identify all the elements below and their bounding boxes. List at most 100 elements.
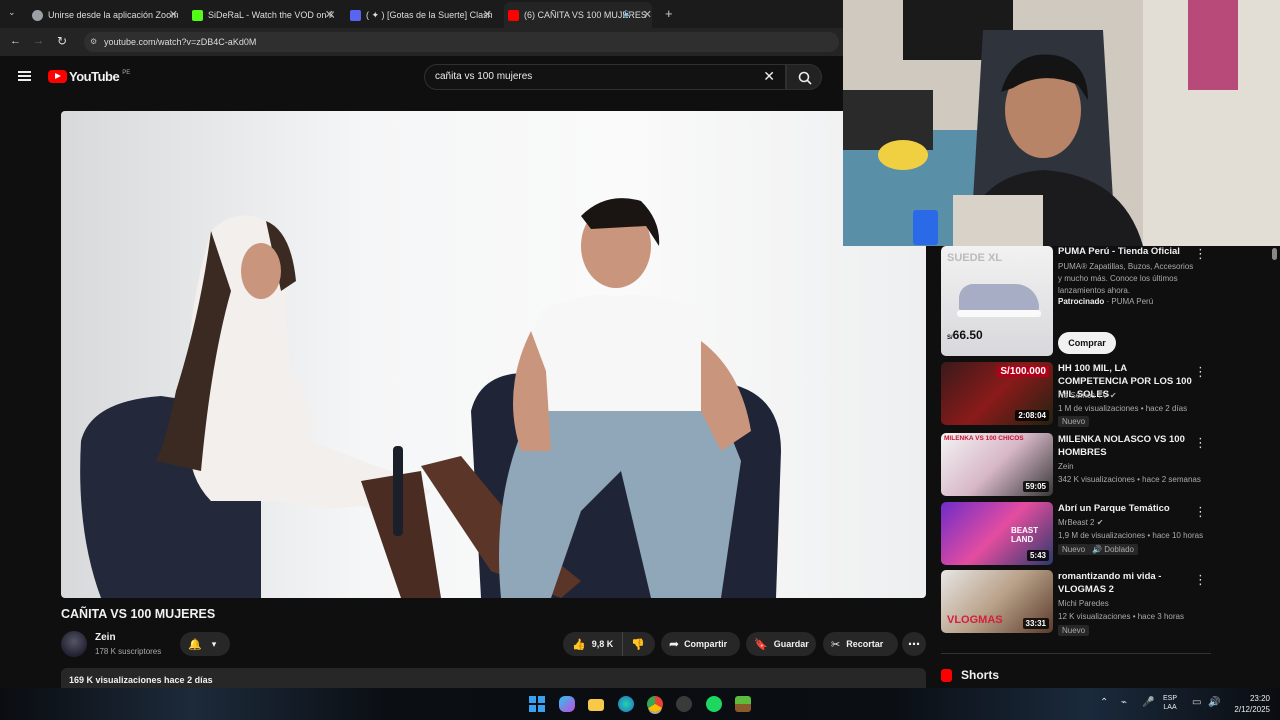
monitor-icon[interactable]: ▭ <box>1192 697 1201 708</box>
related-video-2[interactable]: MILENKA VS 100 CHICOS 59:05 MILENKA NOLA… <box>941 433 1211 497</box>
close-tab-icon[interactable]: ✕ <box>483 8 492 21</box>
network-icon[interactable]: ⌁ <box>1121 697 1127 708</box>
ad-card[interactable]: SUEDE XL S/66.50 PUMA Perú - Tienda Ofic… <box>941 246 1211 356</box>
search-button[interactable] <box>786 64 822 90</box>
more-options-icon[interactable]: ⋮ <box>1194 572 1207 588</box>
video-thumbnail[interactable]: VLOGMAS 33:31 <box>941 570 1053 633</box>
share-label: Compartir <box>684 639 728 649</box>
shorts-icon <box>941 668 952 682</box>
tab-list-chevron-icon[interactable]: ⌄ <box>8 7 16 18</box>
forward-arrow-icon[interactable]: → <box>33 35 44 47</box>
video-thumbnail[interactable]: BEAST LAND 5:43 <box>941 502 1053 565</box>
video-thumbnail[interactable]: S/100.000 2:08:04 <box>941 362 1053 425</box>
browser-tab-3[interactable]: ( ✦ ) [Gotas de la Suerte] Clash ✕ <box>350 4 492 26</box>
video-title: Abrí un Parque Temático <box>1058 503 1170 514</box>
ad-cta-button[interactable]: Comprar <box>1058 332 1116 354</box>
video-thumbnail[interactable]: MILENKA VS 100 CHICOS 59:05 <box>941 433 1053 496</box>
more-options-icon[interactable]: ⋮ <box>1194 504 1207 520</box>
audio-playing-icon[interactable]: 🔈 <box>623 8 634 19</box>
minecraft-icon[interactable] <box>735 696 751 712</box>
search-input-value: cañita vs 100 mujeres <box>435 71 533 82</box>
sidebar-divider <box>941 653 1211 654</box>
save-button[interactable]: 🔖 Guardar <box>746 632 816 656</box>
copilot-icon[interactable] <box>559 696 575 712</box>
youtube-logo-text: YouTube <box>69 69 120 84</box>
video-meta: 1 M de visualizaciones • hace 2 días <box>1058 404 1188 413</box>
video-title: MILENKA NOLASCO VS 100 HOMBRES <box>1058 434 1185 458</box>
channel-avatar[interactable] <box>61 631 87 657</box>
more-options-icon[interactable]: ⋮ <box>1194 435 1207 451</box>
tab-label: Unirse desde la aplicación Zoom <box>48 10 178 20</box>
video-title: romantizando mi vida - VLOGMAS 2 <box>1058 571 1162 595</box>
spotify-icon[interactable] <box>706 696 722 712</box>
close-tab-icon[interactable]: ✕ <box>643 8 652 21</box>
browser-tab-1[interactable]: Unirse desde la aplicación Zoom ✕ <box>32 4 178 26</box>
sidebar-scrollbar[interactable] <box>1272 248 1277 260</box>
start-button[interactable] <box>529 696 545 712</box>
ad-more-icon[interactable]: ⋮ <box>1194 246 1207 262</box>
mic-icon[interactable]: 🎤 <box>1142 697 1154 708</box>
browser-tab-2[interactable]: SiDeRaL - Watch the VOD on Kick ✕ <box>192 4 334 26</box>
share-button[interactable]: ➦ Compartir <box>661 632 740 656</box>
new-badge: Nuevo <box>1058 416 1090 427</box>
browser-tab-4-active[interactable]: (6) CAÑITA VS 100 MUJERES 🔈 ✕ <box>504 2 652 28</box>
address-bar[interactable]: ⚙ youtube.com/watch?v=zDB4C-aKd0M <box>84 32 839 52</box>
related-video-4[interactable]: VLOGMAS 33:31 romantizando mi vida - VLO… <box>941 570 1211 636</box>
streamer-webcam-overlay <box>843 0 1280 246</box>
chrome-icon[interactable] <box>647 696 663 712</box>
language-indicator[interactable]: ESP LAA <box>1163 694 1177 712</box>
channel-name[interactable]: Zein <box>95 632 116 643</box>
volume-icon[interactable]: 🔊 <box>1208 697 1220 708</box>
video-frame-scene <box>80 198 781 598</box>
ad-price-value: 66.50 <box>952 328 983 342</box>
related-video-1[interactable]: S/100.000 2:08:04 HH 100 MIL, LA COMPETE… <box>941 362 1211 427</box>
search-input[interactable]: cañita vs 100 mujeres ✕ <box>424 64 786 90</box>
ad-title[interactable]: PUMA Perú - Tienda Oficial <box>1058 246 1180 257</box>
tray-overflow-chevron-icon[interactable]: ⌃ <box>1100 697 1108 708</box>
edge-icon[interactable] <box>618 696 634 712</box>
subscribe-notifications-button[interactable]: 🔔 ▾ <box>180 632 230 656</box>
thumb-overlay-text: BEAST LAND <box>1011 526 1039 544</box>
new-tab-plus-icon[interactable]: + <box>665 6 673 21</box>
share-arrow-icon: ➦ <box>669 637 680 651</box>
kick-favicon-icon <box>192 9 203 21</box>
like-button[interactable]: 👍 9,8 K <box>563 632 623 656</box>
file-explorer-icon[interactable] <box>588 699 604 711</box>
back-arrow-icon[interactable]: ← <box>10 35 21 47</box>
menu-hamburger-icon[interactable] <box>18 71 31 81</box>
youtube-favicon-icon <box>508 9 519 21</box>
dislike-button[interactable]: 👎 <box>623 638 645 651</box>
site-info-icon[interactable]: ⚙ <box>90 37 97 46</box>
clear-search-icon[interactable]: ✕ <box>763 68 775 85</box>
bookmark-icon: 🔖 <box>754 638 768 651</box>
video-player[interactable] <box>61 111 926 598</box>
tab-label: ( ✦ ) [Gotas de la Suerte] Clash <box>366 9 492 20</box>
dubbed-icon: 🔊 <box>1092 545 1102 554</box>
more-options-icon[interactable]: ⋮ <box>1194 364 1207 380</box>
clip-button[interactable]: ✂ Recortar <box>823 632 898 656</box>
advertiser-name: · PUMA Perú <box>1106 297 1154 306</box>
video-meta: 12 K visualizaciones • hace 3 horas <box>1058 612 1184 621</box>
more-actions-button[interactable]: ⋯ <box>902 632 926 656</box>
related-video-3[interactable]: BEAST LAND 5:43 Abrí un Parque Temático … <box>941 502 1211 566</box>
channel-name: No Somos TV ✔ <box>1058 391 1117 400</box>
ad-thumbnail[interactable]: SUEDE XL S/66.50 <box>941 246 1053 356</box>
youtube-play-logo-icon <box>48 70 67 83</box>
close-tab-icon[interactable]: ✕ <box>169 8 178 21</box>
like-dislike-group: 👍 9,8 K 👎 <box>563 632 655 656</box>
video-duration: 5:43 <box>1026 550 1049 561</box>
reload-icon[interactable]: ↻ <box>57 34 67 48</box>
scissors-icon: ✂ <box>831 638 841 651</box>
lang-code: ESP <box>1163 695 1178 702</box>
chevron-down-icon: ▾ <box>211 638 217 649</box>
save-label: Guardar <box>773 639 809 649</box>
browser-address-row: ← → ↻ ⚙ youtube.com/watch?v=zDB4C-aKd0M <box>0 28 843 56</box>
video-title: CAÑITA VS 100 MUJERES <box>61 607 216 621</box>
close-tab-icon[interactable]: ✕ <box>325 8 334 21</box>
youtube-logo[interactable]: YouTube PE <box>48 69 130 84</box>
thumb-overlay-text: S/100.000 <box>997 366 1049 377</box>
channel-name: Michi Paredes <box>1058 599 1109 608</box>
shorts-header[interactable]: Shorts <box>941 668 999 682</box>
discord-icon[interactable] <box>676 696 692 712</box>
clock[interactable]: 23:20 2/12/2025 <box>1228 693 1270 715</box>
